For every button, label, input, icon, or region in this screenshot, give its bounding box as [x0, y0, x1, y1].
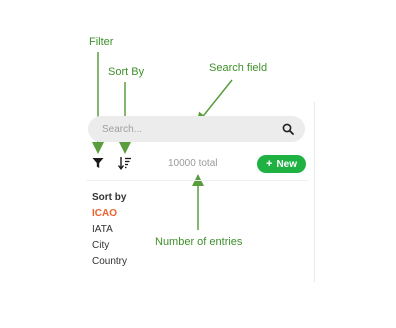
- sort-option-city[interactable]: City: [92, 238, 127, 254]
- new-button-label: New: [276, 158, 297, 170]
- total-count: 10000 total: [168, 158, 218, 169]
- toolbar-divider: [86, 180, 308, 181]
- filter-annotation: Filter: [89, 36, 114, 48]
- search-icon[interactable]: [282, 123, 294, 135]
- sort-by-annotation: Sort By: [108, 66, 145, 78]
- sort-option-country[interactable]: Country: [92, 254, 127, 270]
- search-bar[interactable]: [88, 116, 305, 142]
- plus-icon: +: [266, 157, 273, 170]
- filter-icon[interactable]: [92, 157, 104, 169]
- sort-menu: Sort by ICAO IATA City Country: [92, 190, 127, 270]
- sort-option-iata[interactable]: IATA: [92, 222, 127, 238]
- list-panel: 10000 total + New Sort by ICAO IATA City…: [78, 102, 315, 282]
- sort-option-icao[interactable]: ICAO: [92, 206, 127, 222]
- sort-icon[interactable]: [118, 156, 132, 170]
- sort-menu-title: Sort by: [92, 192, 127, 203]
- search-input[interactable]: [102, 116, 272, 142]
- new-button[interactable]: + New: [257, 155, 306, 173]
- search-field-annotation: Search field: [209, 62, 268, 74]
